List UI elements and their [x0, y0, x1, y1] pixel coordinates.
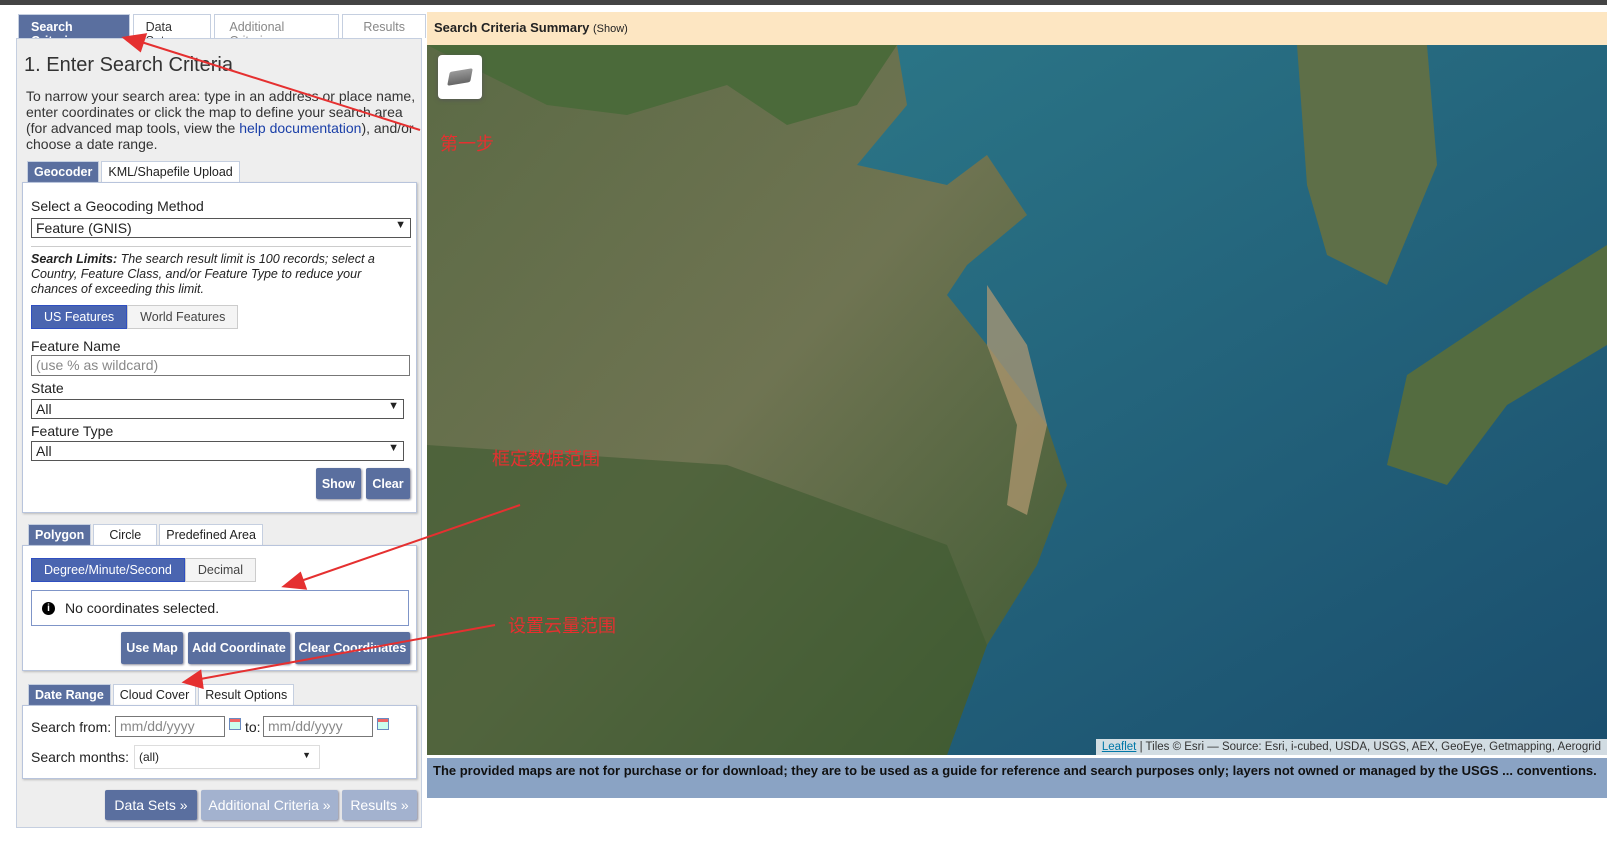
annotation-arrows [121, 33, 521, 690]
annotation-define-range: 框定数据范围 [492, 449, 600, 469]
annotation-step-one: 第一步 [440, 134, 494, 154]
annotation-cloud-cover: 设置云量范围 [508, 616, 616, 636]
